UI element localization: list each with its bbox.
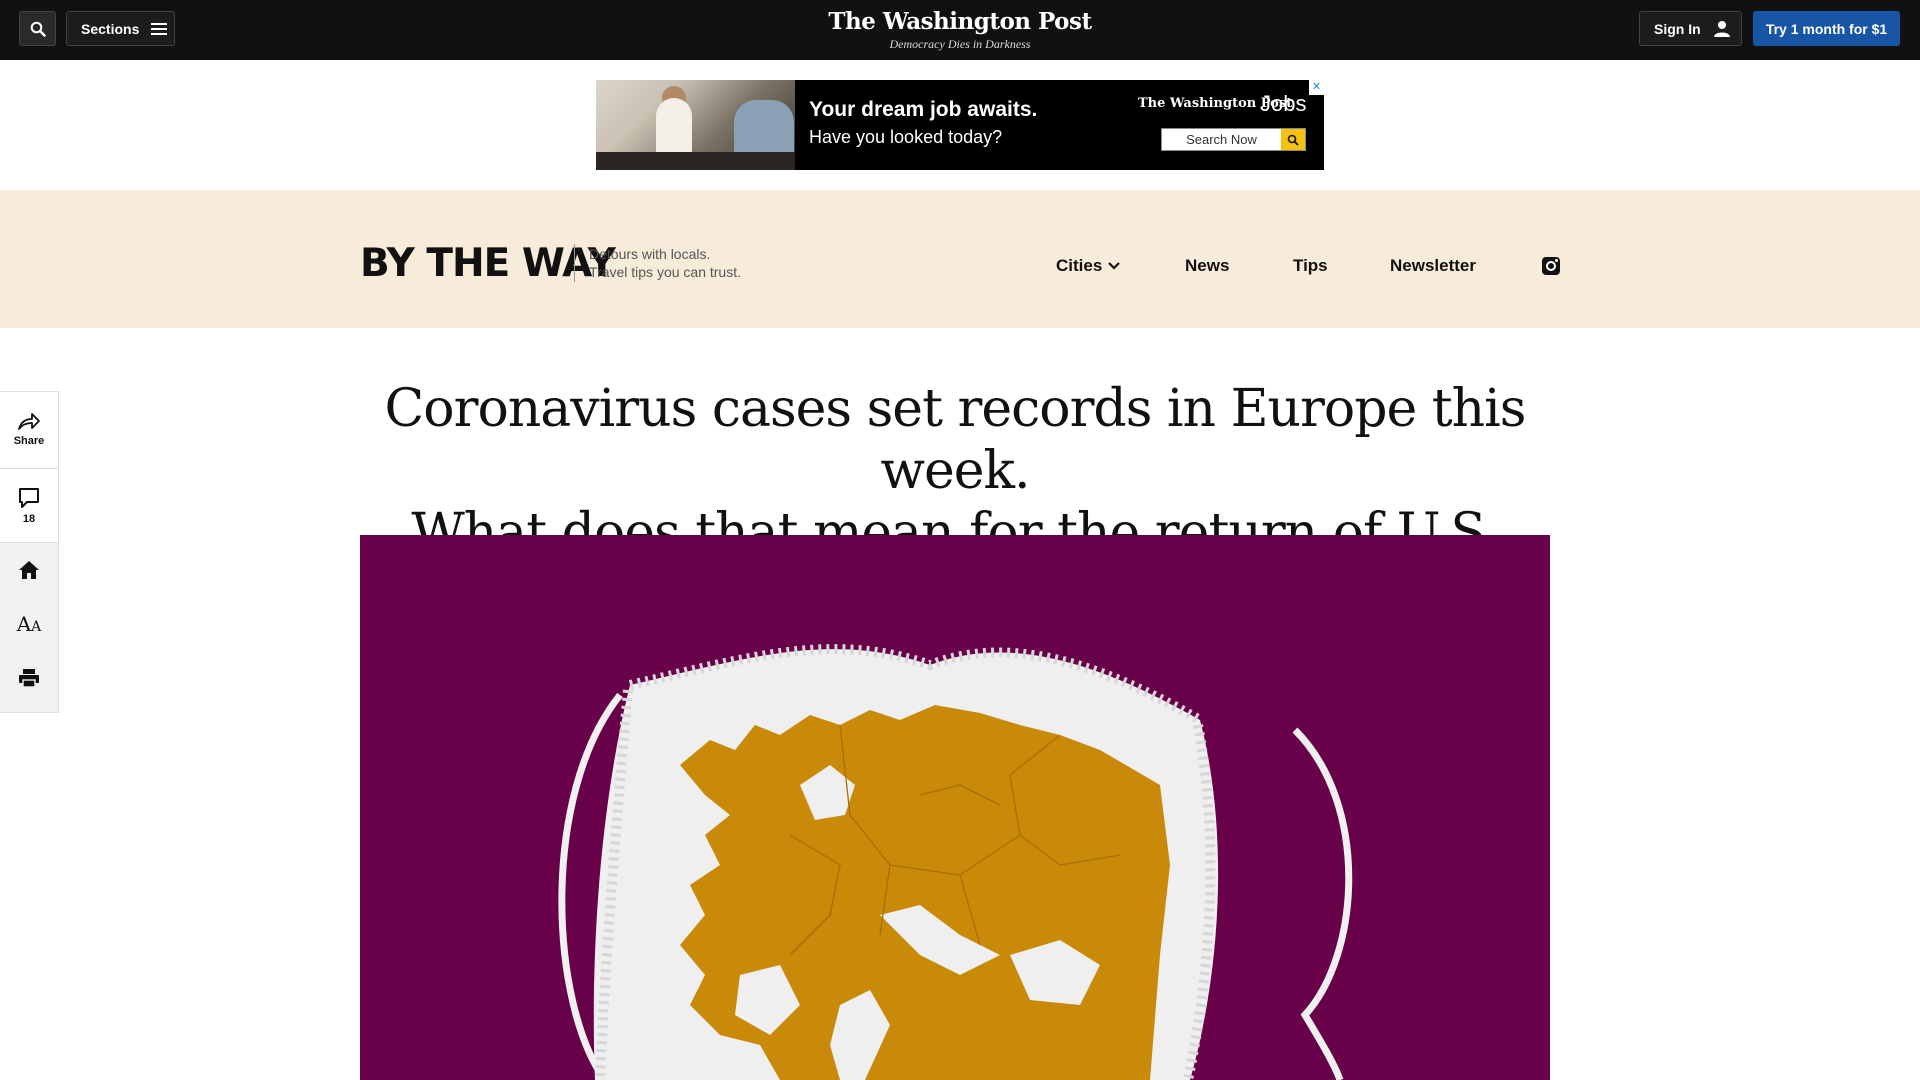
article-side-rail: Share 18 AA xyxy=(0,391,59,713)
ad-search-label: Search Now xyxy=(1186,132,1257,147)
nav-newsletter[interactable]: Newsletter xyxy=(1390,256,1476,276)
advertisement-banner[interactable]: Your dream job awaits. Have you looked t… xyxy=(596,80,1324,170)
sections-menu-button[interactable]: Sections xyxy=(66,11,175,46)
section-tagline: Detours with locals. Travel tips you can… xyxy=(589,245,741,281)
masthead-tagline: Democracy Dies in Darkness xyxy=(889,37,1031,51)
hamburger-menu-icon xyxy=(151,22,168,35)
masthead-title: The Washington Post xyxy=(828,8,1092,35)
ad-photo xyxy=(596,80,795,170)
masthead-logo[interactable]: The Washington Post Democracy Dies in Da… xyxy=(810,8,1110,52)
sign-in-button[interactable]: Sign In xyxy=(1639,11,1742,46)
home-icon xyxy=(19,561,39,579)
search-button[interactable] xyxy=(19,11,56,46)
share-button[interactable]: Share xyxy=(0,392,58,468)
search-icon xyxy=(30,21,46,37)
printer-icon xyxy=(19,669,39,688)
headline-line1: Coronavirus cases set records in Europe … xyxy=(384,379,1527,501)
text-size-button[interactable]: AA xyxy=(0,597,58,651)
hero-image xyxy=(360,535,1550,1080)
user-icon xyxy=(1713,20,1730,37)
ad-subline: Have you looked today? xyxy=(809,127,1003,147)
section-tagline-line2: Travel tips you can trust. xyxy=(589,264,741,280)
share-label: Share xyxy=(13,435,45,447)
nav-cities[interactable]: Cities xyxy=(1056,256,1121,276)
section-tagline-line1: Detours with locals. xyxy=(589,246,711,262)
chevron-down-icon xyxy=(1108,262,1121,270)
share-icon xyxy=(18,413,40,430)
sign-in-label: Sign In xyxy=(1654,20,1701,37)
text-size-icon: AA xyxy=(16,612,42,636)
face-mask-europe-illustration xyxy=(558,644,1353,1080)
ad-brand-product: Jobs xyxy=(1260,91,1307,116)
ad-close-icon[interactable]: ✕ xyxy=(1309,80,1324,95)
instagram-icon[interactable] xyxy=(1542,257,1560,275)
nav-cities-label: Cities xyxy=(1056,256,1103,275)
comment-icon xyxy=(19,487,39,508)
print-button[interactable] xyxy=(0,651,58,705)
nav-tips[interactable]: Tips xyxy=(1293,256,1328,276)
by-the-way-logo[interactable]: BY THE WAY xyxy=(360,241,616,286)
home-button[interactable] xyxy=(0,543,58,597)
sections-label: Sections xyxy=(81,20,140,37)
comments-count: 18 xyxy=(22,512,36,525)
ad-search-button[interactable]: Search Now xyxy=(1161,128,1306,151)
top-navigation-bar: Sections The Washington Post Democracy D… xyxy=(0,0,1920,60)
subscribe-button[interactable]: Try 1 month for $1 xyxy=(1753,11,1900,46)
section-header-band: BY THE WAY Detours with locals. Travel t… xyxy=(0,190,1920,328)
comments-button[interactable]: 18 xyxy=(0,469,58,542)
ad-search-icon xyxy=(1281,129,1305,150)
logo-divider xyxy=(574,244,575,282)
ad-headline: Your dream job awaits. xyxy=(809,98,1038,121)
nav-news[interactable]: News xyxy=(1185,256,1229,276)
